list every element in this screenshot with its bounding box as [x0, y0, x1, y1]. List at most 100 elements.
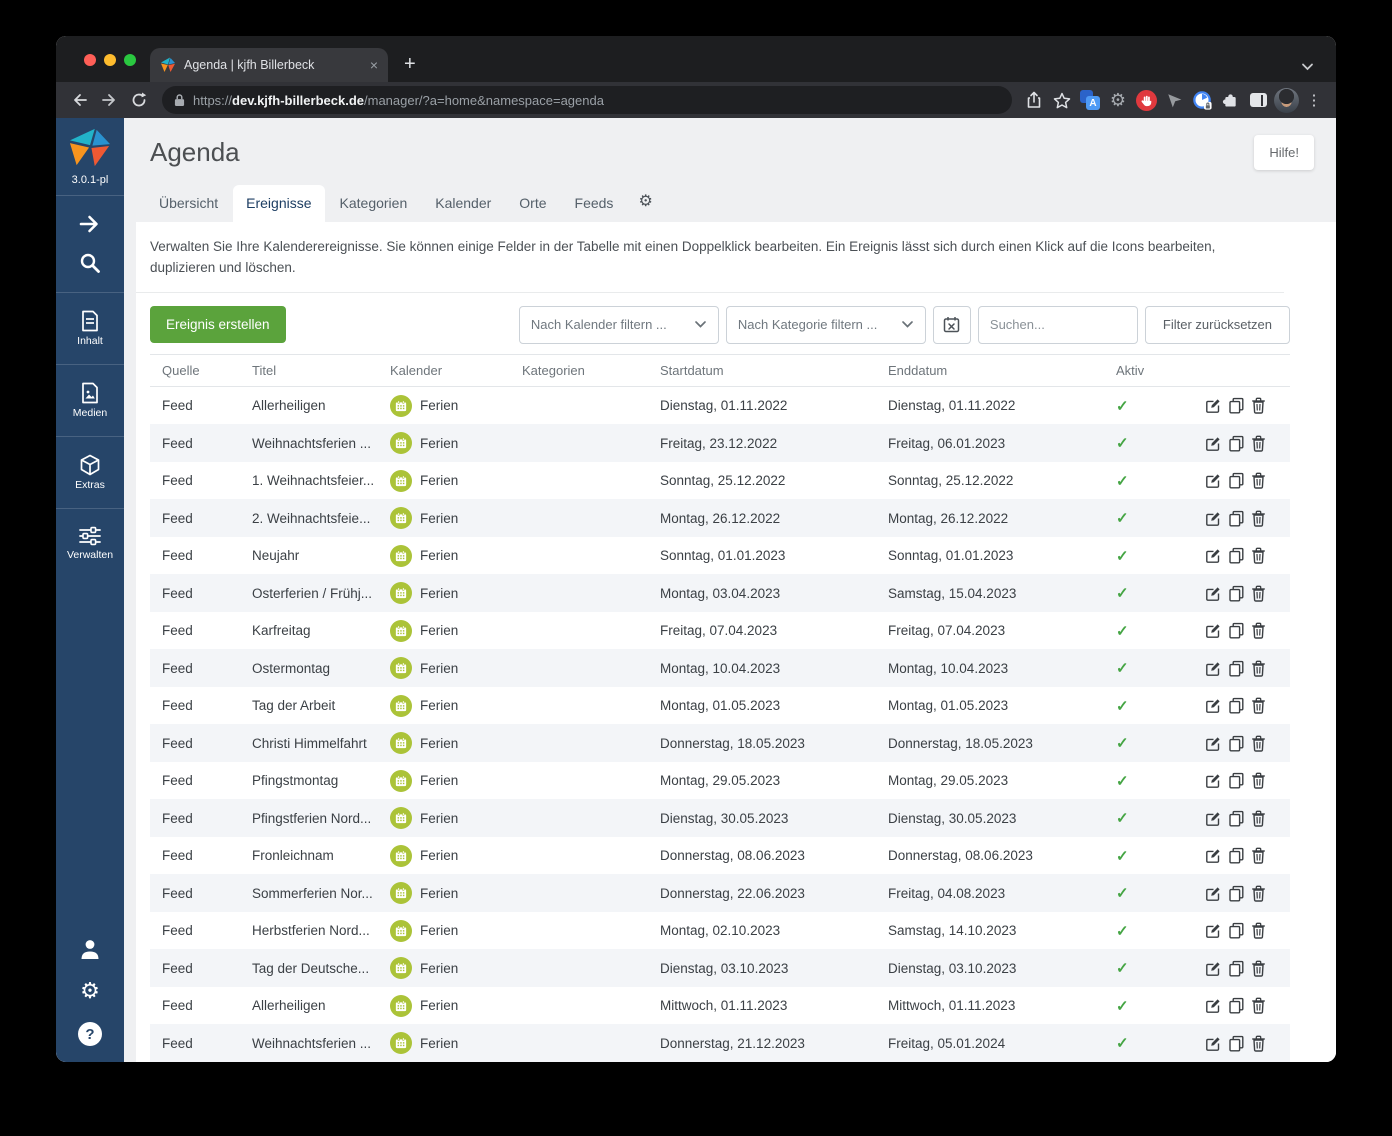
- category-filter-select[interactable]: Nach Kategorie filtern ...: [726, 306, 926, 344]
- cell-enddatum[interactable]: Montag, 29.05.2023: [876, 773, 1104, 788]
- create-event-button[interactable]: Ereignis erstellen: [150, 306, 286, 343]
- cell-startdatum[interactable]: Montag, 26.12.2022: [648, 511, 876, 526]
- duplicate-icon[interactable]: [1228, 660, 1245, 677]
- cell-titel[interactable]: Weihnachtsferien ...: [240, 436, 378, 451]
- kebab-menu-icon[interactable]: ⋮: [1300, 86, 1328, 114]
- forward-icon[interactable]: [94, 86, 124, 114]
- close-tab-icon[interactable]: ×: [370, 58, 378, 72]
- cell-titel[interactable]: 1. Weihnachtsfeier...: [240, 473, 378, 488]
- active-check-icon[interactable]: ✓: [1104, 397, 1192, 415]
- duplicate-icon[interactable]: [1228, 1035, 1245, 1052]
- sidebar-item-verwalten[interactable]: Verwalten: [56, 518, 124, 569]
- delete-icon[interactable]: [1251, 585, 1266, 602]
- pointer-extension-icon[interactable]: [1160, 86, 1188, 114]
- zoom-window-button[interactable]: [124, 54, 136, 66]
- active-check-icon[interactable]: ✓: [1104, 734, 1192, 752]
- cell-titel[interactable]: Allerheiligen: [240, 398, 378, 413]
- edit-icon[interactable]: [1205, 847, 1222, 864]
- cell-startdatum[interactable]: Dienstag, 01.11.2022: [648, 398, 876, 413]
- side-panel-icon[interactable]: [1244, 86, 1272, 114]
- delete-icon[interactable]: [1251, 1035, 1266, 1052]
- cell-titel[interactable]: Karfreitag: [240, 623, 378, 638]
- cell-startdatum[interactable]: Sonntag, 25.12.2022: [648, 473, 876, 488]
- duplicate-icon[interactable]: [1228, 697, 1245, 714]
- delete-icon[interactable]: [1251, 660, 1266, 677]
- cell-enddatum[interactable]: Montag, 01.05.2023: [876, 698, 1104, 713]
- duplicate-icon[interactable]: [1228, 510, 1245, 527]
- delete-icon[interactable]: [1251, 997, 1266, 1014]
- delete-icon[interactable]: [1251, 810, 1266, 827]
- edit-icon[interactable]: [1205, 735, 1222, 752]
- cell-titel[interactable]: Ostermontag: [240, 661, 378, 676]
- cell-enddatum[interactable]: Freitag, 06.01.2023: [876, 436, 1104, 451]
- close-window-button[interactable]: [84, 54, 96, 66]
- delete-icon[interactable]: [1251, 772, 1266, 789]
- cell-titel[interactable]: Allerheiligen: [240, 998, 378, 1013]
- active-check-icon[interactable]: ✓: [1104, 922, 1192, 940]
- cell-startdatum[interactable]: Donnerstag, 08.06.2023: [648, 848, 876, 863]
- edit-icon[interactable]: [1205, 772, 1222, 789]
- duplicate-icon[interactable]: [1228, 547, 1245, 564]
- clear-date-filter-button[interactable]: [933, 306, 971, 344]
- active-check-icon[interactable]: ✓: [1104, 509, 1192, 527]
- edit-icon[interactable]: [1205, 660, 1222, 677]
- active-check-icon[interactable]: ✓: [1104, 659, 1192, 677]
- tab-settings-gear-icon[interactable]: ⚙: [628, 181, 662, 222]
- sidebar-item-expand[interactable]: [56, 205, 124, 243]
- cell-enddatum[interactable]: Dienstag, 01.11.2022: [876, 398, 1104, 413]
- cell-titel[interactable]: Pfingstferien Nord...: [240, 811, 378, 826]
- delete-icon[interactable]: [1251, 397, 1266, 414]
- cell-startdatum[interactable]: Sonntag, 01.01.2023: [648, 548, 876, 563]
- reload-icon[interactable]: [124, 86, 154, 114]
- gear-extension-icon[interactable]: ⚙: [1104, 86, 1132, 114]
- cell-startdatum[interactable]: Freitag, 23.12.2022: [648, 436, 876, 451]
- duplicate-icon[interactable]: [1228, 735, 1245, 752]
- cell-startdatum[interactable]: Montag, 29.05.2023: [648, 773, 876, 788]
- cell-enddatum[interactable]: Sonntag, 01.01.2023: [876, 548, 1104, 563]
- delete-icon[interactable]: [1251, 622, 1266, 639]
- edit-icon[interactable]: [1205, 697, 1222, 714]
- bookmark-star-icon[interactable]: [1048, 86, 1076, 114]
- cell-enddatum[interactable]: Montag, 10.04.2023: [876, 661, 1104, 676]
- cell-enddatum[interactable]: Samstag, 14.10.2023: [876, 923, 1104, 938]
- cell-enddatum[interactable]: Samstag, 15.04.2023: [876, 586, 1104, 601]
- cell-titel[interactable]: Pfingstmontag: [240, 773, 378, 788]
- delete-icon[interactable]: [1251, 510, 1266, 527]
- cell-titel[interactable]: Christi Himmelfahrt: [240, 736, 378, 751]
- active-check-icon[interactable]: ✓: [1104, 697, 1192, 715]
- cell-enddatum[interactable]: Mittwoch, 01.11.2023: [876, 998, 1104, 1013]
- active-check-icon[interactable]: ✓: [1104, 622, 1192, 640]
- sidebar-item-search[interactable]: [56, 243, 124, 283]
- cell-enddatum[interactable]: Freitag, 05.01.2024: [876, 1036, 1104, 1051]
- tab-search-chevron-icon[interactable]: [1301, 60, 1314, 74]
- cell-startdatum[interactable]: Donnerstag, 21.12.2023: [648, 1036, 876, 1051]
- delete-icon[interactable]: [1251, 472, 1266, 489]
- edit-icon[interactable]: [1205, 622, 1222, 639]
- cell-enddatum[interactable]: Montag, 26.12.2022: [876, 511, 1104, 526]
- duplicate-icon[interactable]: [1228, 847, 1245, 864]
- calendar-filter-select[interactable]: Nach Kalender filtern ...: [519, 306, 719, 344]
- edit-icon[interactable]: [1205, 472, 1222, 489]
- delete-icon[interactable]: [1251, 547, 1266, 564]
- active-check-icon[interactable]: ✓: [1104, 997, 1192, 1015]
- edit-icon[interactable]: [1205, 960, 1222, 977]
- cell-titel[interactable]: 2. Weihnachtsfeie...: [240, 511, 378, 526]
- tab-kalender[interactable]: Kalender: [422, 185, 504, 222]
- active-check-icon[interactable]: ✓: [1104, 472, 1192, 490]
- cell-startdatum[interactable]: Mittwoch, 01.11.2023: [648, 998, 876, 1013]
- gear-icon[interactable]: ⚙: [80, 980, 100, 1002]
- minimize-window-button[interactable]: [104, 54, 116, 66]
- duplicate-icon[interactable]: [1228, 622, 1245, 639]
- active-check-icon[interactable]: ✓: [1104, 809, 1192, 827]
- cell-startdatum[interactable]: Montag, 03.04.2023: [648, 586, 876, 601]
- help-icon[interactable]: ?: [78, 1022, 102, 1046]
- new-tab-button[interactable]: +: [404, 53, 416, 76]
- cell-startdatum[interactable]: Dienstag, 03.10.2023: [648, 961, 876, 976]
- profile-avatar[interactable]: [1272, 86, 1300, 114]
- cell-enddatum[interactable]: Donnerstag, 08.06.2023: [876, 848, 1104, 863]
- cell-startdatum[interactable]: Freitag, 07.04.2023: [648, 623, 876, 638]
- edit-icon[interactable]: [1205, 435, 1222, 452]
- duplicate-icon[interactable]: [1228, 435, 1245, 452]
- cell-titel[interactable]: Osterferien / Frühj...: [240, 586, 378, 601]
- reset-filters-button[interactable]: Filter zurücksetzen: [1145, 306, 1290, 344]
